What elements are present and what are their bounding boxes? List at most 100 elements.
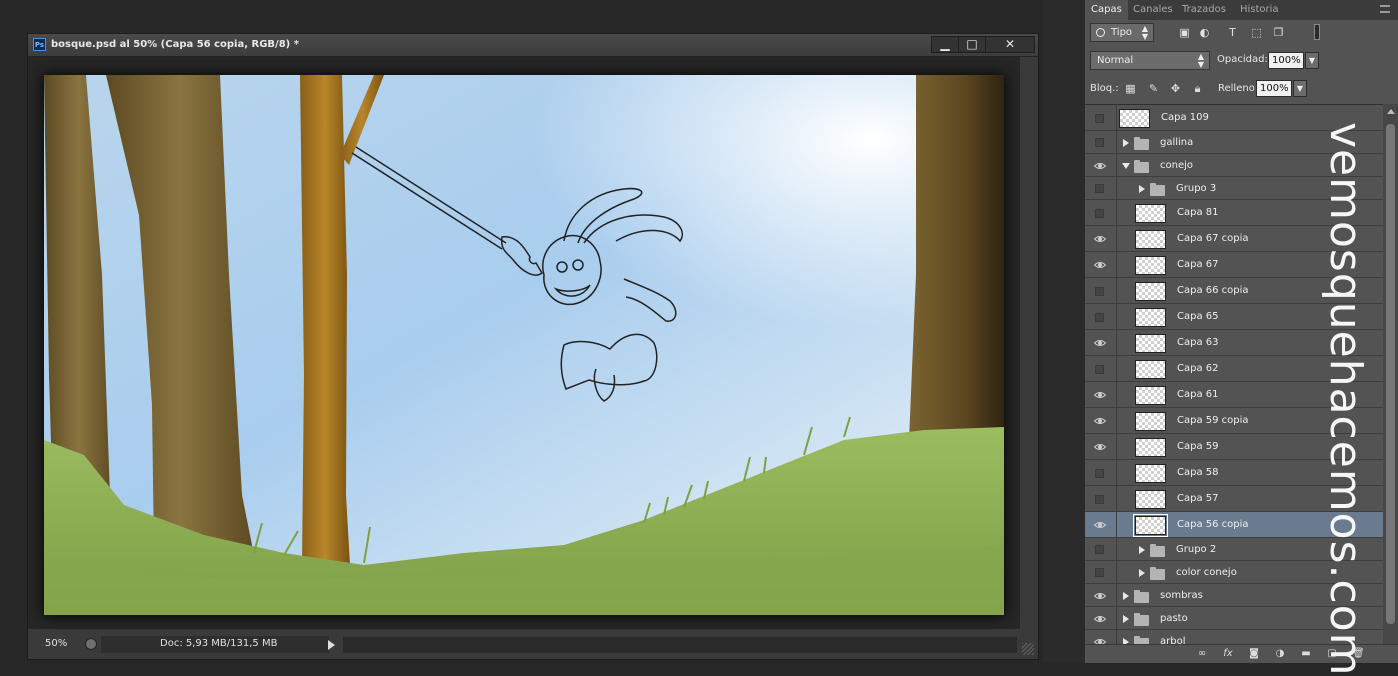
layer-name: Capa 66 copia	[1177, 285, 1249, 296]
visibility-toggle[interactable]	[1085, 460, 1117, 485]
lock-label: Bloq.:	[1090, 83, 1119, 94]
layer-thumbnail[interactable]	[1119, 108, 1150, 128]
visibility-toggle[interactable]	[1085, 538, 1117, 560]
visibility-toggle[interactable]	[1085, 561, 1117, 583]
layer-thumbnail[interactable]	[1135, 385, 1166, 405]
visibility-toggle[interactable]	[1085, 408, 1117, 433]
folder-icon	[1150, 182, 1165, 196]
horizontal-scrollbar[interactable]	[343, 637, 1017, 653]
panel-menu-icon[interactable]	[1380, 5, 1390, 13]
filter-kind-select[interactable]: Tipo ▲ ▼	[1090, 23, 1154, 42]
layer-thumbnail[interactable]	[1135, 437, 1166, 457]
layer-thumbnail[interactable]	[1135, 229, 1166, 249]
layer-thumbnail[interactable]	[1135, 255, 1166, 275]
resize-grip-icon[interactable]	[1022, 643, 1034, 655]
hidden-visibility-box	[1095, 468, 1104, 478]
close-button[interactable]: ✕	[985, 36, 1035, 53]
layer-thumbnail[interactable]	[1135, 463, 1166, 483]
visibility-toggle[interactable]	[1085, 278, 1117, 303]
layer-thumbnail[interactable]	[1135, 281, 1166, 301]
visibility-toggle[interactable]	[1085, 356, 1117, 381]
filter-toggle-switch[interactable]	[1314, 24, 1320, 40]
layer-name: Capa 56 copia	[1177, 519, 1249, 530]
status-options-icon[interactable]	[85, 638, 97, 650]
link-layers-icon[interactable]: ∞	[1196, 648, 1208, 660]
visibility-toggle[interactable]	[1085, 630, 1117, 645]
scroll-thumb[interactable]	[1386, 124, 1395, 624]
canvas-frame	[28, 57, 1038, 629]
lock-pixels-brush-icon[interactable]: ✎	[1148, 83, 1159, 94]
layer-thumbnail[interactable]	[1133, 513, 1168, 537]
collapse-chevron-right-icon[interactable]	[1123, 138, 1129, 147]
layer-thumbnail[interactable]	[1135, 411, 1166, 431]
visibility-toggle[interactable]	[1085, 382, 1117, 407]
vertical-scrollbar[interactable]	[1020, 57, 1038, 629]
lock-all-padlock-icon[interactable]: 🔒︎	[1192, 83, 1203, 94]
hidden-visibility-box	[1095, 113, 1104, 123]
scroll-up-arrow-icon[interactable]	[1387, 109, 1395, 114]
visibility-toggle[interactable]	[1085, 131, 1117, 153]
layer-thumbnail[interactable]	[1135, 333, 1166, 353]
layer-style-fx-icon[interactable]: fx	[1222, 648, 1234, 660]
pixel-layer-filter-icon[interactable]: ▣	[1178, 26, 1191, 39]
layer-thumbnail[interactable]	[1135, 307, 1166, 327]
visibility-toggle[interactable]	[1085, 512, 1117, 537]
adjustment-layer-filter-icon[interactable]: ◐	[1198, 26, 1211, 39]
fill-input[interactable]: 100%	[1256, 80, 1292, 97]
layer-thumbnail[interactable]	[1135, 359, 1166, 379]
eye-icon	[1094, 162, 1106, 169]
collapse-chevron-right-icon[interactable]	[1139, 184, 1145, 193]
visibility-toggle[interactable]	[1085, 105, 1117, 130]
tab-canales[interactable]: Canales	[1133, 4, 1173, 15]
eye-icon	[1094, 340, 1106, 346]
opacity-dropdown-icon[interactable]: ▼	[1305, 52, 1319, 69]
fill-dropdown-icon[interactable]: ▼	[1293, 80, 1307, 97]
collapse-chevron-right-icon[interactable]	[1123, 614, 1129, 623]
zoom-level[interactable]: 50%	[45, 638, 67, 649]
eye-icon	[1094, 615, 1106, 622]
visibility-toggle[interactable]	[1085, 252, 1117, 277]
fill-label: Relleno:	[1218, 83, 1259, 94]
layer-thumbnail[interactable]	[1135, 203, 1166, 223]
canvas[interactable]	[44, 75, 1004, 615]
folder-icon	[1150, 566, 1165, 580]
expand-chevron-down-icon[interactable]	[1122, 162, 1130, 169]
tab-trazados[interactable]: Trazados	[1182, 4, 1226, 15]
shape-layer-filter-icon[interactable]: ⬚	[1250, 26, 1263, 39]
add-mask-icon[interactable]: ◙	[1248, 648, 1260, 660]
lock-position-move-icon[interactable]: ✥	[1170, 83, 1181, 94]
updown-arrows-icon: ▲ ▼	[1141, 24, 1148, 41]
visibility-toggle[interactable]	[1085, 330, 1117, 355]
opacity-input[interactable]: 100%	[1268, 52, 1304, 69]
collapse-chevron-right-icon[interactable]	[1123, 591, 1129, 600]
minimize-button[interactable]: ▁	[931, 36, 959, 53]
visibility-toggle[interactable]	[1085, 584, 1117, 606]
tab-historia[interactable]: Historia	[1240, 4, 1279, 15]
visibility-toggle[interactable]	[1085, 607, 1117, 629]
layers-scrollbar[interactable]	[1383, 104, 1398, 644]
layer-thumbnail[interactable]	[1135, 489, 1166, 509]
visibility-toggle[interactable]	[1085, 486, 1117, 511]
hidden-visibility-box	[1095, 208, 1104, 218]
visibility-toggle[interactable]	[1085, 154, 1117, 176]
collapse-chevron-right-icon[interactable]	[1139, 568, 1145, 577]
visibility-toggle[interactable]	[1085, 304, 1117, 329]
status-menu-arrow-icon[interactable]	[328, 640, 335, 650]
tab-capas[interactable]: Capas	[1085, 0, 1128, 20]
visibility-toggle[interactable]	[1085, 434, 1117, 459]
layer-name: color conejo	[1176, 566, 1237, 578]
blend-mode-select[interactable]: Normal ▲ ▼	[1090, 51, 1210, 70]
type-layer-filter-icon[interactable]: T	[1226, 26, 1239, 39]
smart-object-filter-icon[interactable]: ❐	[1272, 26, 1285, 39]
opacity-label: Opacidad:	[1217, 54, 1268, 65]
lock-transparency-icon[interactable]: ▦	[1125, 83, 1136, 94]
visibility-toggle[interactable]	[1085, 177, 1117, 199]
visibility-toggle[interactable]	[1085, 200, 1117, 225]
maximize-button[interactable]: □	[958, 36, 986, 53]
hidden-visibility-box	[1095, 494, 1104, 504]
visibility-toggle[interactable]	[1085, 226, 1117, 251]
document-title-bar[interactable]: Ps bosque.psd al 50% (Capa 56 copia, RGB…	[28, 34, 1038, 57]
collapse-chevron-right-icon[interactable]	[1139, 545, 1145, 554]
new-adjustment-layer-icon[interactable]: ◑	[1274, 648, 1286, 660]
new-group-folder-icon[interactable]: ▬	[1300, 648, 1312, 660]
